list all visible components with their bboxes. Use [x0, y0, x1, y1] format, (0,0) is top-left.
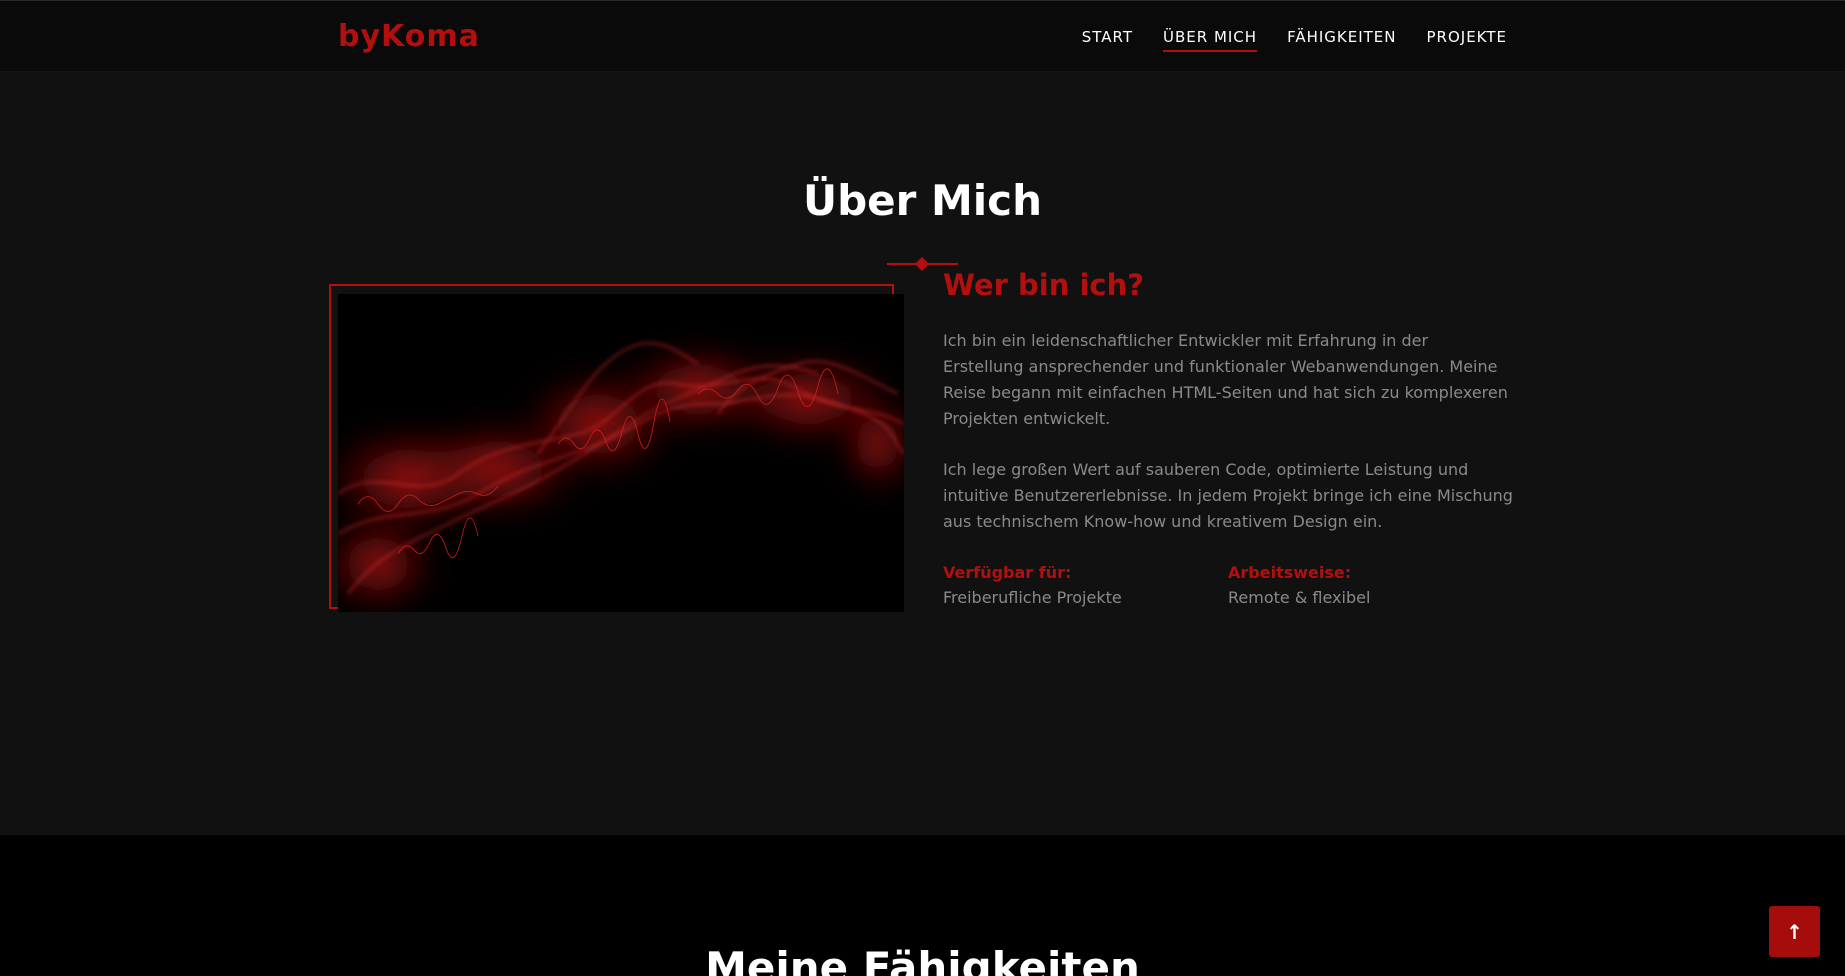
info-value: Remote & flexibel [1228, 588, 1371, 607]
info-label: Arbeitsweise: [1228, 563, 1352, 582]
info-grid: Verfügbar für: Freiberufliche Projekte A… [943, 560, 1513, 610]
about-heading: Wer bin ich? [943, 268, 1145, 302]
nav-item-faehigkeiten[interactable]: FÄHIGKEITEN [1287, 28, 1396, 52]
info-label: Verfügbar für: [943, 563, 1072, 582]
about-paragraph: Ich bin ein leidenschaftlicher Entwickle… [943, 331, 1508, 428]
skills-section-title: Meine Fähigkeiten [705, 943, 1140, 976]
about-section-title: Über Mich [803, 176, 1042, 225]
about-text-block: Wer bin ich? Ich bin ein leidenschaftlic… [943, 268, 1513, 610]
red-smoke-image [338, 294, 904, 612]
site-logo[interactable]: byKoma [338, 19, 480, 54]
nav-item-projekte[interactable]: PROJEKTE [1427, 28, 1508, 52]
arrow-up-icon: ↑ [1786, 919, 1803, 944]
skills-section: Meine Fähigkeiten [0, 835, 1845, 976]
about-paragraph: Ich lege großen Wert auf sauberen Code, … [943, 460, 1513, 531]
info-value: Freiberufliche Projekte [943, 588, 1122, 607]
back-to-top-button[interactable]: ↑ [1769, 906, 1820, 957]
info-item-availability: Verfügbar für: Freiberufliche Projekte [943, 560, 1228, 610]
about-image [338, 294, 904, 612]
nav-item-start[interactable]: START [1082, 28, 1133, 52]
about-section: Über Mich [0, 72, 1845, 835]
divider-diamond-icon [914, 256, 930, 272]
site-header: byKoma START ÜBER MICH FÄHIGKEITEN PROJE… [0, 0, 1845, 72]
main-nav: START ÜBER MICH FÄHIGKEITEN PROJEKTE [1082, 28, 1507, 52]
info-item-work-style: Arbeitsweise: Remote & flexibel [1228, 560, 1513, 610]
nav-item-ueber-mich[interactable]: ÜBER MICH [1163, 28, 1258, 52]
